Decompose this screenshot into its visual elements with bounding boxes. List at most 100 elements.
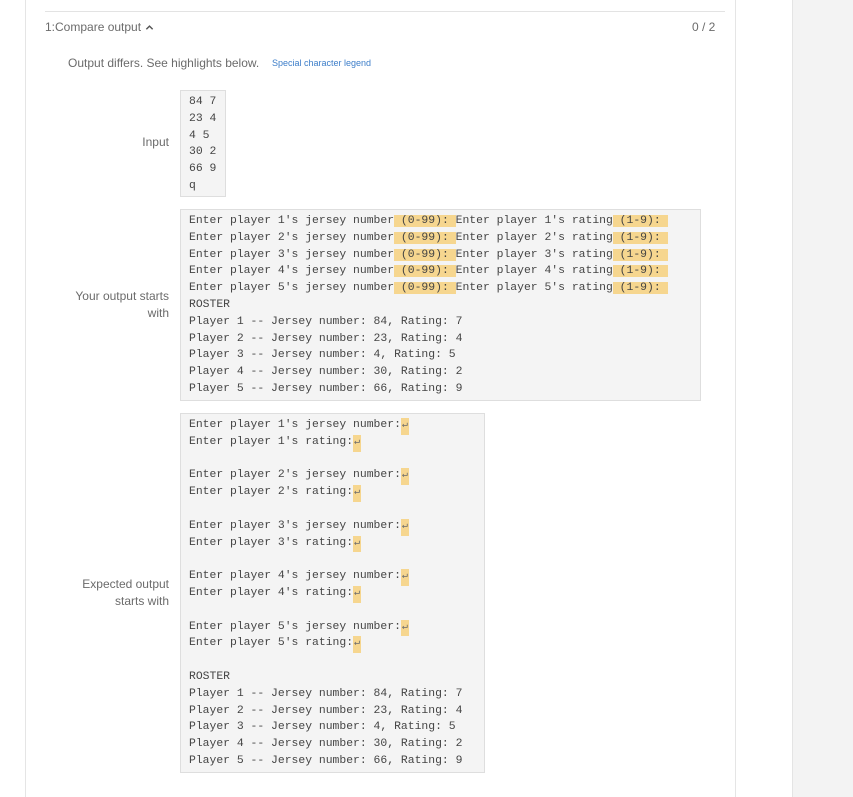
your-output-label-line1: Your output starts xyxy=(75,289,169,303)
your-output-roster-line: Player 5 -- Jersey number: 66, Rating: 9 xyxy=(189,382,463,395)
output-text: Enter player 5's rating: xyxy=(189,637,354,650)
newline-icon: ↵ xyxy=(353,585,362,603)
output-text: Enter player 2's rating xyxy=(455,231,613,244)
output-text: Enter player 3's rating: xyxy=(189,536,354,549)
expected-prompt-line: Enter player 3's rating:↵ xyxy=(189,535,476,553)
diff-highlight: : xyxy=(441,231,456,244)
input-line: 66 9 xyxy=(189,163,217,176)
output-text: Enter player 1's rating: xyxy=(189,435,354,448)
expected-roster-line: Player 3 -- Jersey number: 4, Rating: 5 xyxy=(189,721,456,734)
your-output-prompt-line: Enter player 3's jersey number (0-99): E… xyxy=(189,247,692,264)
newline-icon: ↵ xyxy=(400,468,409,486)
diff-highlight: : xyxy=(441,215,456,227)
output-text: Enter player 1's rating xyxy=(455,215,613,227)
output-text: Enter player 3's jersey number xyxy=(189,248,395,261)
output-text: Enter player 4's rating xyxy=(455,265,613,278)
newline-icon: ↵ xyxy=(353,535,362,553)
input-line: 30 2 xyxy=(189,146,217,159)
output-text: Enter player 3's rating xyxy=(455,248,613,261)
chevron-up-icon xyxy=(145,24,154,30)
your-output-prompt-line: Enter player 4's jersey number (0-99): E… xyxy=(189,263,692,280)
expected-roster-line: Player 5 -- Jersey number: 66, Rating: 9 xyxy=(189,754,463,767)
newline-icon: ↵ xyxy=(353,636,362,654)
diff-highlight: (1-9) xyxy=(612,231,654,244)
output-text: Enter player 2's jersey number xyxy=(189,231,395,244)
input-line: 23 4 xyxy=(189,112,217,125)
your-output-roster-line: Player 3 -- Jersey number: 4, Rating: 5 xyxy=(189,349,456,362)
card-divider xyxy=(45,11,725,12)
diff-highlight: (1-9) xyxy=(612,248,654,261)
input-line: 4 5 xyxy=(189,129,210,142)
special-character-legend-link[interactable]: Special character legend xyxy=(272,58,371,68)
output-text: Enter player 4's jersey number: xyxy=(189,570,401,583)
newline-icon: ↵ xyxy=(400,619,409,637)
diff-highlight: : xyxy=(653,215,668,227)
output-text: Enter player 1's jersey number: xyxy=(189,419,401,431)
output-text: Enter player 3's jersey number: xyxy=(189,519,401,532)
output-text: Enter player 2's rating: xyxy=(189,486,354,499)
your-output-box: Enter player 1's jersey number (0-99): E… xyxy=(180,209,701,401)
your-output-prompt-line: Enter player 2's jersey number (0-99): E… xyxy=(189,230,692,247)
expected-roster-line: Player 2 -- Jersey number: 23, Rating: 4 xyxy=(189,704,463,717)
test-header-toggle[interactable]: 1:Compare output xyxy=(45,20,154,34)
expected-prompt-line: Enter player 4's jersey number:↵ xyxy=(189,568,476,586)
expected-output-box: Enter player 1's jersey number:↵ Enter pl… xyxy=(180,413,485,773)
expected-roster-line: Player 4 -- Jersey number: 30, Rating: 2 xyxy=(189,738,463,751)
your-output-label-line2: with xyxy=(147,306,169,320)
input-line: 84 7 xyxy=(189,96,217,108)
output-differs-message: Output differs. See highlights below. xyxy=(68,56,260,70)
diff-highlight: (0-99) xyxy=(394,231,442,244)
diff-highlight: : xyxy=(653,231,668,244)
expected-prompt-line: Enter player 3's jersey number:↵ xyxy=(189,518,476,536)
right-side-panel xyxy=(792,0,853,797)
output-text: Enter player 5's jersey number xyxy=(189,282,395,295)
expected-output-label: Expected output starts with xyxy=(49,576,169,610)
newline-icon: ↵ xyxy=(353,434,362,452)
your-output-roster-line: Player 1 -- Jersey number: 84, Rating: 7 xyxy=(189,315,463,328)
output-text: Enter player 1's jersey number xyxy=(189,215,395,227)
output-text: Enter player 5's jersey number: xyxy=(189,620,401,633)
your-output-roster-line: Player 2 -- Jersey number: 23, Rating: 4 xyxy=(189,332,463,345)
input-label: Input xyxy=(142,135,169,149)
expected-prompt-line: Enter player 1's jersey number:↵ xyxy=(189,417,476,435)
expected-prompt-line: Enter player 2's rating:↵ xyxy=(189,484,476,502)
diff-highlight: (0-99) xyxy=(394,215,442,227)
input-line: q xyxy=(189,179,196,192)
diff-highlight: (1-9) xyxy=(612,265,654,278)
your-output-label: Your output starts with xyxy=(49,288,169,322)
diff-highlight: (0-99) xyxy=(394,265,442,278)
your-output-prompt-line: Enter player 1's jersey number (0-99): E… xyxy=(189,213,692,230)
diff-highlight: (0-99) xyxy=(394,248,442,261)
test-score: 0 / 2 xyxy=(692,20,716,34)
expected-prompt-line: Enter player 5's jersey number:↵ xyxy=(189,619,476,637)
newline-icon: ↵ xyxy=(353,485,362,502)
diff-highlight: : xyxy=(441,265,456,278)
your-output-roster-line: Player 4 -- Jersey number: 30, Rating: 2 xyxy=(189,366,463,379)
test-result-card: 1:Compare output 0 / 2 Output differs. S… xyxy=(25,0,736,797)
expected-prompt-line: Enter player 4's rating:↵ xyxy=(189,585,476,603)
input-box: 84 7 23 4 4 5 30 2 66 9 q xyxy=(180,90,226,197)
diff-highlight: (1-9) xyxy=(612,215,654,227)
diff-highlight: (0-99) xyxy=(394,282,442,295)
your-output-roster-line: ROSTER xyxy=(189,298,231,311)
expected-roster-line: Player 1 -- Jersey number: 84, Rating: 7 xyxy=(189,687,463,700)
output-text: Enter player 4's jersey number xyxy=(189,265,395,278)
output-text: Enter player 5's rating xyxy=(455,282,613,295)
output-text: Enter player 4's rating: xyxy=(189,586,354,599)
newline-icon: ↵ xyxy=(400,418,409,435)
newline-icon: ↵ xyxy=(400,569,409,586)
expected-prompt-line: Enter player 2's jersey number:↵ xyxy=(189,467,476,486)
output-text: Enter player 2's jersey number: xyxy=(189,469,401,482)
expected-prompt-line: Enter player 1's rating:↵ xyxy=(189,434,476,452)
diff-highlight: : xyxy=(653,282,668,295)
diff-highlight: (1-9) xyxy=(612,282,654,295)
diff-highlight: : xyxy=(653,248,668,261)
diff-highlight: : xyxy=(441,282,456,295)
newline-icon: ↵ xyxy=(400,518,409,536)
expected-roster-line: ROSTER xyxy=(189,670,231,683)
